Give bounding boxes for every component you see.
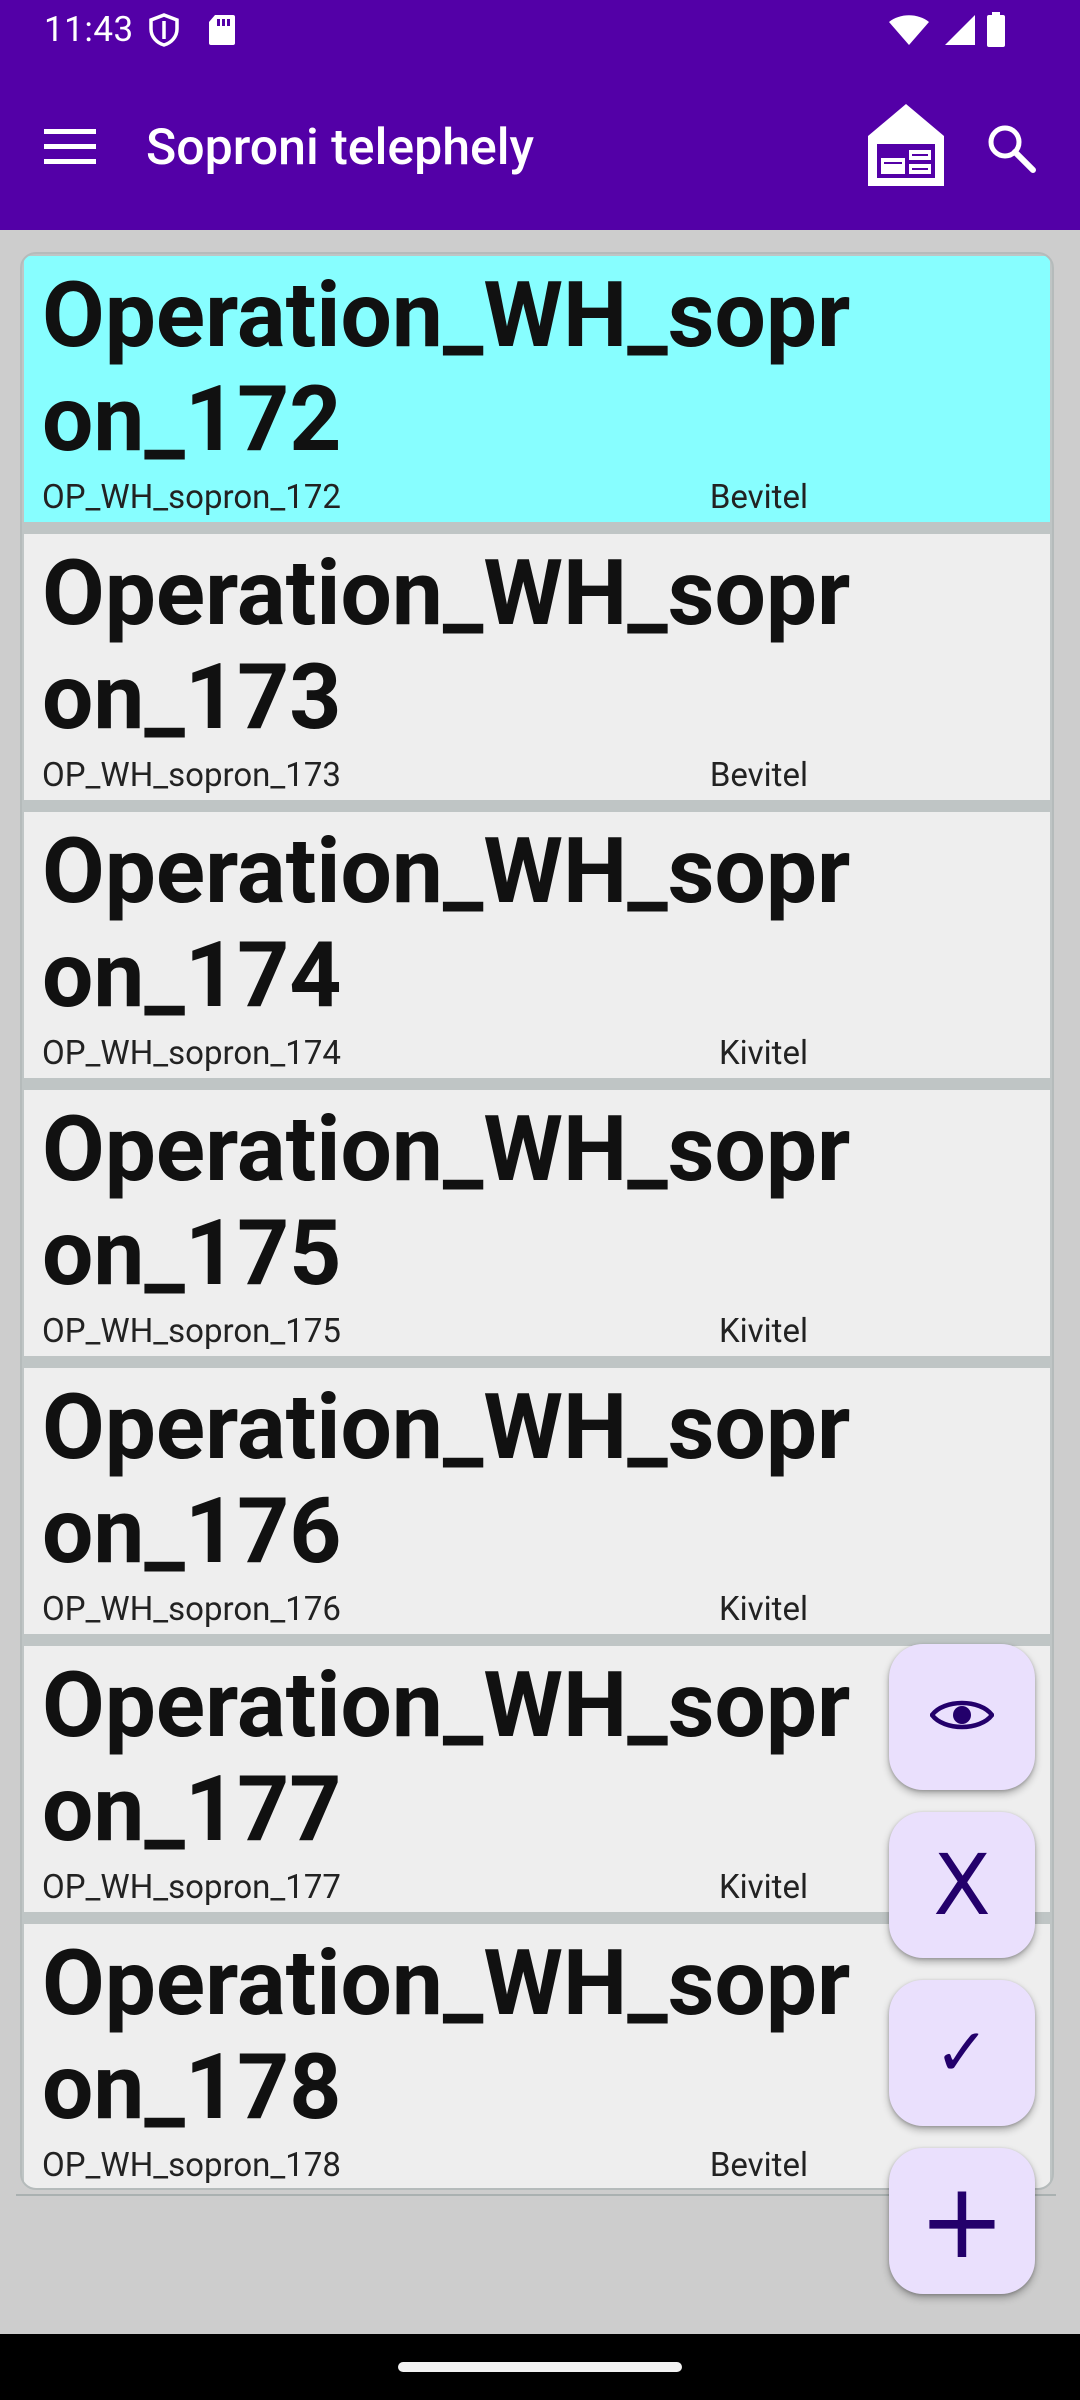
accept-button[interactable]: ✓ (889, 1980, 1035, 2126)
operation-code: OP_WH_sopron_172 (42, 478, 341, 517)
operation-title: Operation_WH_sopron_175 (42, 1097, 851, 1307)
operation-type: Kivitel (718, 1868, 808, 1907)
list-item[interactable]: Operation_WH_sopron_172 OP_WH_sopron_172… (24, 256, 1050, 522)
list-item[interactable]: Operation_WH_sopron_174 OP_WH_sopron_174… (24, 812, 1050, 1078)
operation-code: OP_WH_sopron_175 (42, 1312, 341, 1351)
search-icon[interactable] (985, 122, 1039, 176)
wifi-icon (888, 14, 930, 50)
home-gesture-handle[interactable] (398, 2362, 682, 2372)
operation-code: OP_WH_sopron_174 (42, 1034, 341, 1073)
operation-type: Bevitel (709, 2146, 808, 2185)
status-time: 11:43 (44, 9, 134, 50)
list-item[interactable]: Operation_WH_sopron_176 OP_WH_sopron_176… (24, 1368, 1050, 1634)
signal-icon (942, 14, 976, 50)
reject-button[interactable]: X (889, 1812, 1035, 1958)
operation-title: Operation_WH_sopron_172 (42, 263, 851, 473)
operation-type: Kivitel (718, 1034, 808, 1073)
operation-code: OP_WH_sopron_176 (42, 1590, 341, 1629)
operation-type: Bevitel (709, 756, 808, 795)
operation-title: Operation_WH_sopron_174 (42, 819, 851, 1029)
add-label: + (918, 2160, 1006, 2282)
list-item[interactable]: Operation_WH_sopron_175 OP_WH_sopron_175… (24, 1090, 1050, 1356)
operation-type: Kivitel (718, 1312, 808, 1351)
view-button[interactable] (889, 1644, 1035, 1790)
page-title: Soproni telephely (146, 119, 535, 177)
battery-icon (986, 12, 1006, 52)
operation-code: OP_WH_sopron_178 (42, 2146, 341, 2185)
list-item[interactable]: Operation_WH_sopron_173 OP_WH_sopron_173… (24, 534, 1050, 800)
operation-code: OP_WH_sopron_173 (42, 756, 341, 795)
operation-code: OP_WH_sopron_177 (42, 1868, 341, 1907)
operation-title: Operation_WH_sopron_173 (42, 541, 851, 751)
accept-label: ✓ (934, 2014, 990, 2091)
operation-title: Operation_WH_sopron_177 (42, 1653, 851, 1863)
sd-card-icon (206, 12, 238, 52)
shield-icon (146, 12, 182, 52)
top-app-bar: 11:43 Soproni telephely (0, 0, 1080, 230)
reject-label: X (933, 1836, 991, 1934)
menu-icon[interactable] (44, 126, 96, 166)
operation-type: Kivitel (718, 1590, 808, 1629)
status-bar: 11:43 (0, 0, 1080, 60)
operation-title: Operation_WH_sopron_176 (42, 1375, 851, 1585)
eye-icon (929, 1695, 995, 1739)
warehouse-icon[interactable] (864, 100, 948, 190)
operation-type: Bevitel (709, 478, 808, 517)
add-button[interactable]: + (889, 2148, 1035, 2294)
operation-title: Operation_WH_sopron_178 (42, 1931, 851, 2141)
